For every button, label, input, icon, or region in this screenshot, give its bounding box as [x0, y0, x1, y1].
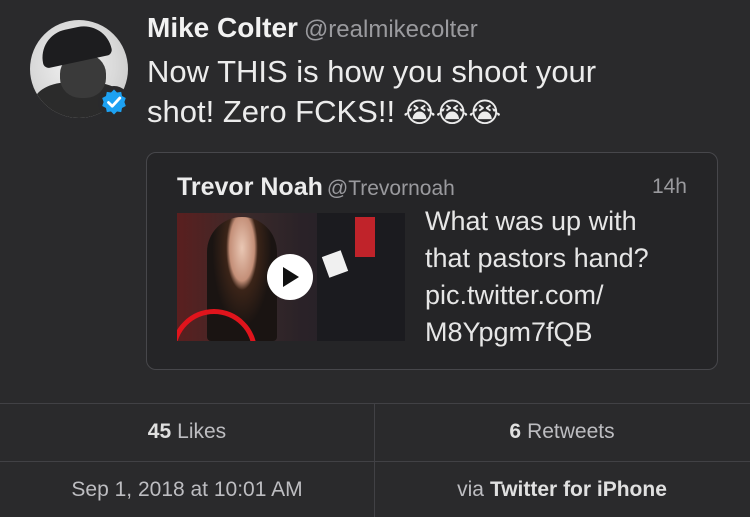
tweet-timestamp: Sep 1, 2018 at 10:01 AM: [71, 477, 303, 501]
quoted-link-line[interactable]: M8Ypgm7fQB: [425, 314, 705, 351]
retweets-count: 6: [509, 420, 522, 443]
likes-stat[interactable]: 45 Likes: [0, 403, 374, 461]
source-app[interactable]: Twitter for iPhone: [490, 478, 667, 502]
crying-emoji-icon: 😭😭😭: [403, 97, 502, 128]
author-name[interactable]: Mike Colter: [147, 12, 298, 43]
author-handle[interactable]: @realmikecolter: [304, 16, 478, 43]
tweet-header: Mike Colter @realmikecolter: [147, 12, 478, 44]
tweet-text-line: Now THIS is how you shoot your: [147, 54, 597, 89]
tweet-source: via Twitter for iPhone: [375, 462, 749, 517]
retweets-stat[interactable]: 6 Retweets: [375, 403, 749, 461]
likes-label: Likes: [177, 420, 227, 443]
quoted-text-line: What was up with: [425, 206, 637, 236]
quoted-text: What was up with that pastors hand? pic.…: [425, 203, 705, 351]
likes-count: 45: [147, 420, 172, 443]
quoted-video-thumbnail[interactable]: [177, 213, 405, 341]
quoted-author-name: Trevor Noah: [177, 173, 323, 201]
quoted-timestamp: 14h: [651, 175, 687, 198]
author-avatar[interactable]: [30, 20, 130, 118]
quoted-author[interactable]: Trevor Noah @Trevornoah: [177, 173, 455, 202]
tweet-text-line: shot! Zero FCKS!! 😭😭😭: [147, 94, 502, 129]
tweet-text: Now THIS is how you shoot your shot! Zer…: [147, 52, 727, 133]
play-icon[interactable]: [267, 254, 313, 300]
quoted-author-handle: @Trevornoah: [326, 177, 455, 200]
quoted-text-line: that pastors hand?: [425, 243, 649, 273]
quoted-link-line[interactable]: pic.twitter.com/: [425, 277, 705, 314]
quoted-tweet-card[interactable]: Trevor Noah @Trevornoah 14h What was up w…: [146, 152, 718, 370]
retweets-label: Retweets: [527, 420, 615, 443]
via-label: via: [457, 477, 484, 501]
verified-badge-icon: [98, 86, 130, 118]
